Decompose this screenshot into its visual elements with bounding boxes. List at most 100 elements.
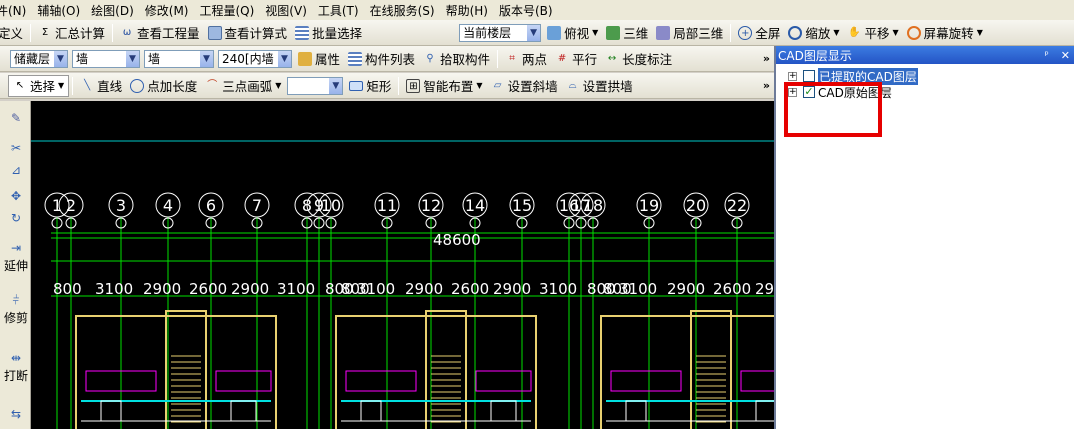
axis-label: 10 <box>321 196 341 215</box>
view-quantity-button[interactable]: ω 查看工程量 <box>116 22 204 44</box>
menu-item-tools[interactable]: 工具(T) <box>318 2 359 19</box>
pan-button[interactable]: ✋ 平移 ▼ <box>844 22 903 44</box>
menu-item-file[interactable]: 件(N) <box>0 2 26 19</box>
select-button[interactable]: ↖ 选择 ▼ <box>8 74 70 97</box>
select-label: 选择 <box>30 79 56 94</box>
chevron-down-icon: ▼ <box>125 50 139 67</box>
pin-icon[interactable]: ᵖ <box>1044 50 1048 61</box>
chevron-down-icon: ▼ <box>277 50 291 67</box>
menu-item-modify[interactable]: 修改(M) <box>145 2 189 19</box>
local-cube-icon <box>656 25 671 40</box>
move-icon[interactable]: ✥ <box>4 189 28 203</box>
line-label: 直线 <box>97 79 123 94</box>
toolbar-separator <box>398 76 400 95</box>
smart-layout-button[interactable]: ⊞ 智能布置 ▼ <box>402 75 486 97</box>
rectangle-button[interactable]: 矩形 <box>345 75 395 97</box>
axis-label: 2 <box>66 196 76 215</box>
menu-item-version[interactable]: 版本号(B) <box>499 2 553 19</box>
break-button[interactable]: 打断 <box>4 369 28 384</box>
menu-item-quantity[interactable]: 工程量(Q) <box>199 2 254 19</box>
magnifier-icon <box>788 25 803 40</box>
scissors-icon[interactable]: ✂ <box>4 141 28 155</box>
smart-layout-label: 智能布置 <box>423 79 474 94</box>
zoom-button[interactable]: 缩放 ▼ <box>784 22 843 44</box>
toolbar-separator <box>112 23 114 42</box>
two-points-button[interactable]: ⌗ 两点 <box>501 48 551 70</box>
length-mark-label: 长度标注 <box>622 52 673 67</box>
expand-icon[interactable]: + <box>788 71 797 81</box>
picker-icon: ⚲ <box>426 52 434 64</box>
top-view-button[interactable]: 俯视 ▼ <box>543 22 602 44</box>
arch-wall-button[interactable]: ⌓ 设置拱墙 <box>562 75 637 97</box>
top-view-label: 俯视 <box>564 26 590 41</box>
arc-param-select[interactable]: ▼ <box>287 76 344 95</box>
arch-wall-label: 设置拱墙 <box>582 79 633 94</box>
point-length-button[interactable]: 点加长度 <box>126 75 201 97</box>
chevron-down-icon: ▼ <box>526 24 541 41</box>
define-button[interactable]: 定义 <box>0 22 27 44</box>
calculator-icon: ω <box>122 26 132 38</box>
rotate-icon[interactable]: ↻ <box>4 211 28 225</box>
axis-label: 4 <box>163 196 173 215</box>
parallel-button[interactable]: # 平行 <box>551 48 601 70</box>
view-quantity-label: 查看工程量 <box>137 26 200 41</box>
type-select[interactable]: 墙 ▼ <box>144 49 214 68</box>
toolbar-more-button[interactable]: » <box>763 52 770 65</box>
local-3d-button[interactable]: 局部三维 <box>652 22 727 44</box>
dropdown-arrow-icon: ▼ <box>275 81 282 90</box>
summary-button[interactable]: Σ 汇总计算 <box>34 22 109 44</box>
batch-select-button[interactable]: 批量选择 <box>291 22 366 44</box>
properties-button[interactable]: 属性 <box>294 48 344 70</box>
batch-icon <box>295 25 310 40</box>
mirror-icon[interactable]: ⊿ <box>4 163 28 177</box>
toolbar-view: » 当前楼层▼ 俯视▼ 三维 局部三维 +全屏 缩放▼ ✋平移▼ 屏幕旋转▼ <box>458 20 1074 46</box>
extend-icon: ⇥ <box>10 241 22 255</box>
fullscreen-button[interactable]: + 全屏 <box>734 22 784 44</box>
toolbar-separator <box>730 23 732 42</box>
close-icon[interactable]: ✕ <box>1061 49 1070 62</box>
cad-canvas[interactable]: 1 2 3 4 6 7 8 9 10 11 12 14 15 16 17 18 19 20 22 48600 800… <box>31 101 774 429</box>
join-icon[interactable]: ⇆ <box>4 407 28 421</box>
size-select[interactable]: 240[内墙 ▼ <box>218 49 292 68</box>
zoom-label: 缩放 <box>805 26 831 41</box>
sigma-icon: Σ <box>41 26 49 38</box>
toolbar-more-button[interactable]: » <box>763 79 770 92</box>
layer-checkbox-extracted[interactable] <box>803 70 815 82</box>
menu-item-axis[interactable]: 辅轴(O) <box>37 2 80 19</box>
sloped-wall-button[interactable]: ▱ 设置斜墙 <box>487 75 562 97</box>
apartment-unit <box>600 310 774 429</box>
component-list-button[interactable]: 构件列表 <box>344 48 419 70</box>
dimension-text: 800 <box>53 280 82 298</box>
dimension-icon: ↔ <box>607 52 617 64</box>
sloped-wall-icon: ▱ <box>493 79 502 91</box>
dropdown-arrow-icon: ▼ <box>58 81 65 90</box>
3d-button[interactable]: 三维 <box>602 22 652 44</box>
pencil-icon[interactable]: ✎ <box>4 111 28 125</box>
layer-select[interactable]: 储藏层 ▼ <box>10 49 68 68</box>
apartment-unit <box>335 310 537 429</box>
floor-select[interactable]: 当前楼层 ▼ <box>459 23 542 42</box>
top-view-icon <box>547 25 562 40</box>
two-points-label: 两点 <box>522 52 548 67</box>
arc-button[interactable]: ⌒ 三点画弧 ▼ <box>201 75 285 97</box>
pick-component-button[interactable]: ⚲ 拾取构件 <box>419 48 494 70</box>
length-mark-button[interactable]: ↔ 长度标注 <box>601 48 676 70</box>
menu-item-help[interactable]: 帮助(H) <box>446 2 488 19</box>
trim-label: 修剪 <box>4 311 29 325</box>
menu-item-online[interactable]: 在线服务(S) <box>370 2 435 19</box>
view-formula-button[interactable]: 查看计算式 <box>204 22 292 44</box>
extend-label: 延伸 <box>4 259 29 273</box>
menu-item-view[interactable]: 视图(V) <box>265 2 307 19</box>
hand-icon: ✋ <box>848 26 861 38</box>
trim-button[interactable]: 修剪 <box>4 311 28 326</box>
rotate-button[interactable]: 屏幕旋转 ▼ <box>903 22 987 44</box>
highlight-annotation-box <box>784 82 882 137</box>
menu-item-draw[interactable]: 绘图(D) <box>91 2 134 19</box>
category-select[interactable]: 墙 ▼ <box>72 49 140 68</box>
cad-drawing: 1 2 3 4 6 7 8 910 11 12 14 15 161718 19 20 22 48600 800… <box>31 140 774 429</box>
point-length-label: 点加长度 <box>147 79 198 94</box>
properties-label: 属性 <box>315 52 341 67</box>
size-select-value: 240[内墙 <box>222 52 274 66</box>
line-button[interactable]: ╲ 直线 <box>76 75 126 97</box>
extend-button[interactable]: 延伸 <box>4 259 28 274</box>
